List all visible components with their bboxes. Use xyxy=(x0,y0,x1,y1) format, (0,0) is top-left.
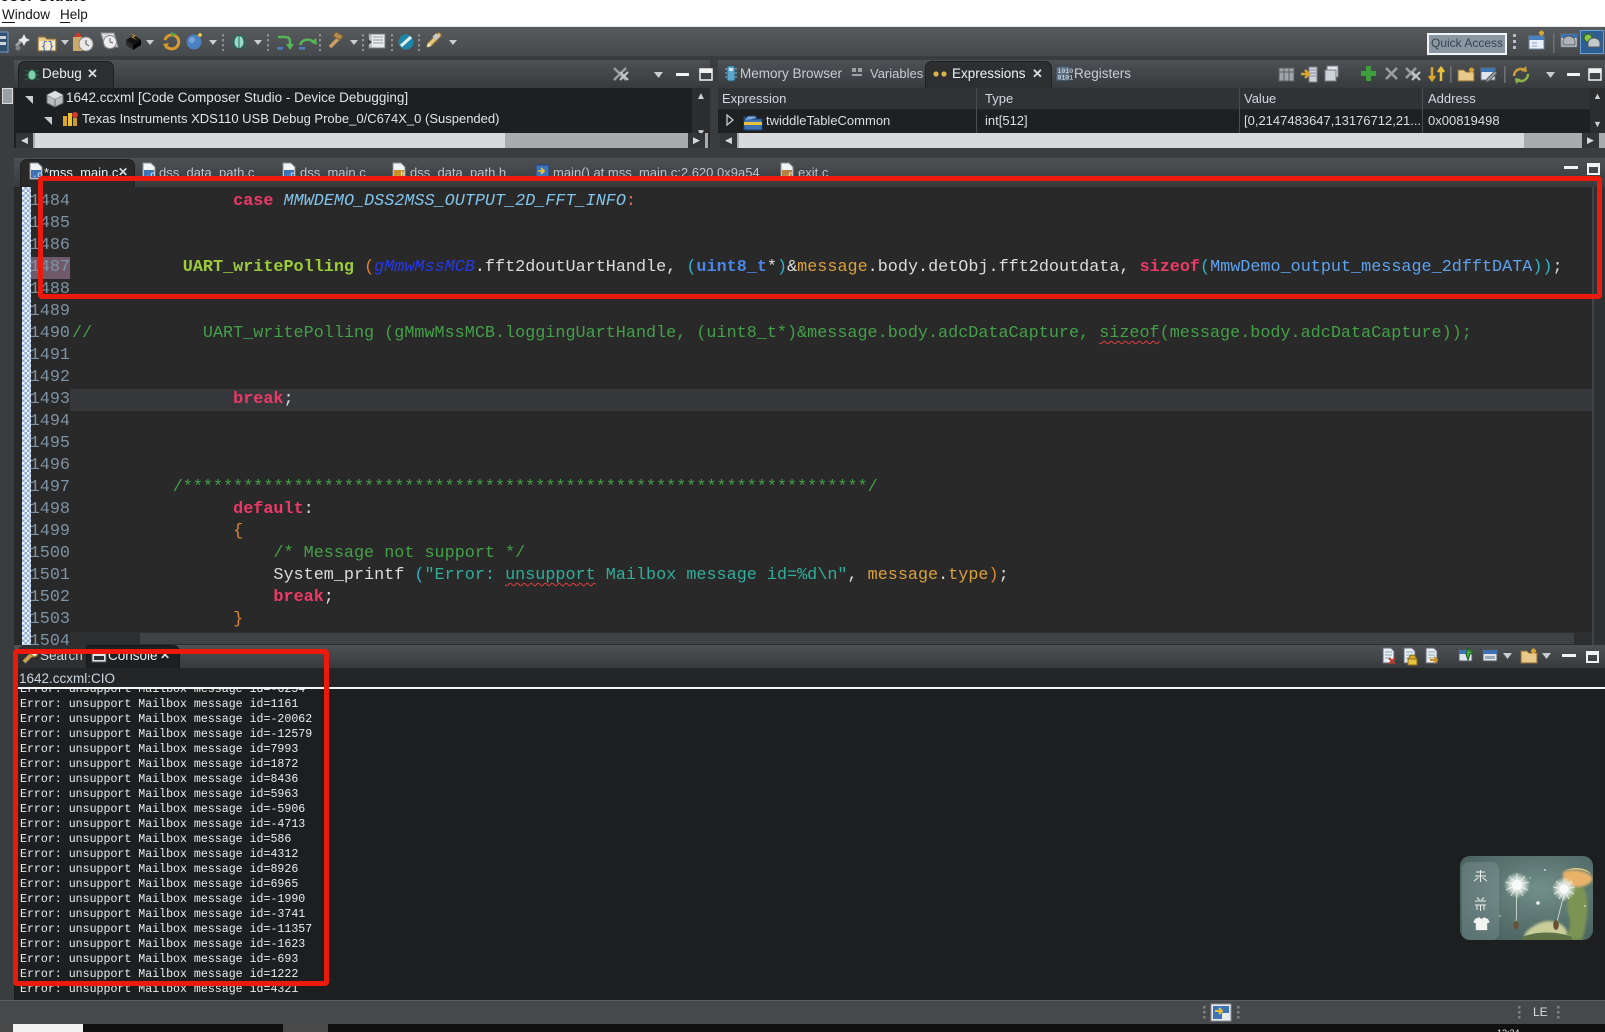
svg-text:0101: 0101 xyxy=(1058,75,1074,82)
svg-text:{}: {} xyxy=(41,41,54,53)
